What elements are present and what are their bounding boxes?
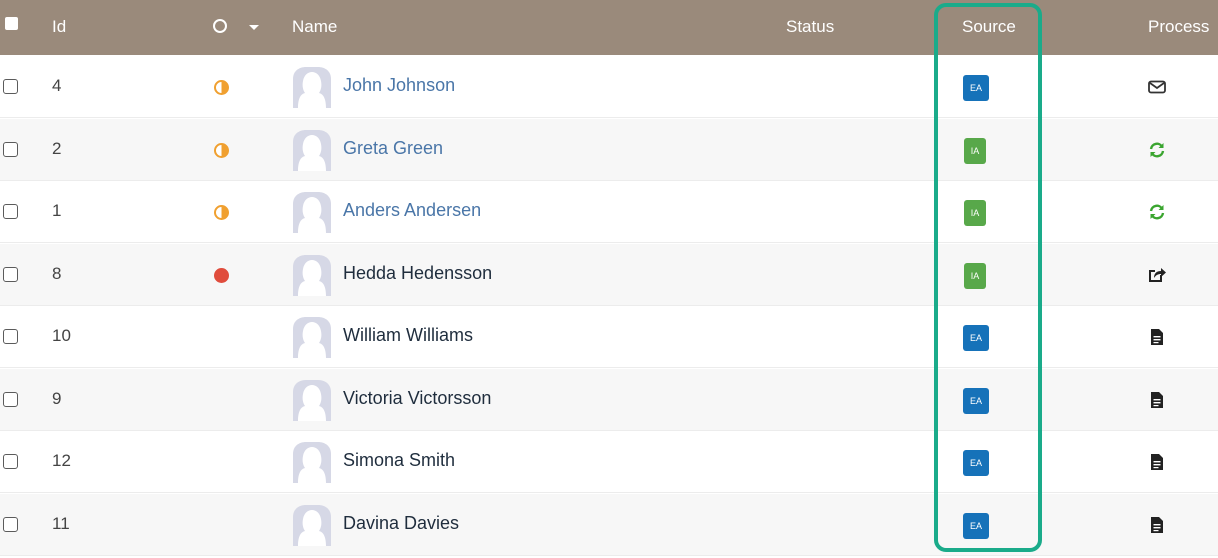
refresh-icon[interactable] [1146, 139, 1168, 161]
source-badge: EA [963, 450, 989, 476]
row-id: 4 [52, 76, 62, 95]
document-icon[interactable] [1146, 389, 1168, 411]
id-column-header[interactable]: Id [52, 0, 66, 55]
table-row[interactable]: 1 Anders Andersen IA [0, 181, 1218, 243]
row-id: 12 [52, 451, 71, 470]
row-checkbox[interactable] [3, 266, 18, 282]
source-badge: IA [964, 200, 986, 226]
contact-name: Davina Davies [343, 512, 460, 533]
document-icon[interactable] [1146, 326, 1168, 348]
status-circle-icon [213, 19, 227, 33]
row-checkbox[interactable] [3, 204, 18, 219]
contact-name: Simona Smith [343, 450, 456, 470]
row-checkbox[interactable] [3, 516, 18, 532]
table-row[interactable]: 4 John Johnson EA [0, 56, 1218, 118]
status-indicator-icon [214, 80, 229, 95]
status-filter-dropdown[interactable] [213, 18, 259, 38]
select-all-checkbox[interactable] [5, 17, 18, 30]
avatar [290, 440, 334, 484]
table-row[interactable]: 11 Davina Davies EA [0, 493, 1218, 556]
row-checkbox[interactable] [3, 141, 18, 157]
table-row[interactable]: 8 Hedda Hedensson IA [0, 243, 1218, 306]
contact-name: Hedda Hedensson [343, 262, 493, 283]
table-row[interactable]: 10 William Williams EA [0, 306, 1218, 368]
avatar [290, 315, 334, 359]
document-icon[interactable] [1146, 451, 1168, 473]
source-badge: IA [964, 262, 986, 289]
document-icon[interactable] [1146, 514, 1168, 536]
contact-name: William Williams [343, 325, 473, 345]
row-id: 11 [52, 513, 70, 533]
contact-name[interactable]: Anders Andersen [343, 200, 481, 221]
refresh-icon[interactable] [1146, 201, 1168, 223]
avatar [290, 128, 334, 172]
process-column-header[interactable]: Process [1148, 0, 1209, 55]
avatar [290, 503, 334, 547]
table-row[interactable]: 2 Greta Green IA [0, 118, 1218, 181]
avatar [290, 378, 334, 422]
caret-down-icon [249, 25, 259, 30]
source-badge: EA [963, 75, 989, 101]
avatar [290, 190, 334, 234]
name-column-header[interactable]: Name [292, 0, 337, 55]
row-checkbox[interactable] [3, 329, 18, 344]
row-id: 2 [52, 138, 62, 158]
share-icon[interactable] [1146, 264, 1168, 286]
table-row[interactable]: 12 Simona Smith EA [0, 431, 1218, 493]
envelope-icon[interactable] [1146, 76, 1168, 98]
status-column-header[interactable]: Status [786, 0, 834, 55]
row-checkbox[interactable] [3, 454, 18, 469]
source-badge: EA [963, 325, 989, 351]
table-row[interactable]: 9 Victoria Victorsson EA [0, 368, 1218, 431]
row-checkbox[interactable] [3, 391, 18, 407]
contact-name[interactable]: John Johnson [343, 75, 455, 96]
source-badge: EA [963, 387, 989, 414]
row-id: 10 [52, 326, 71, 345]
avatar [290, 253, 334, 297]
table-header: Id Name Status Source Process [0, 0, 1218, 55]
status-indicator-icon [214, 267, 229, 283]
source-badge: EA [963, 512, 989, 539]
avatar [290, 65, 334, 109]
row-id: 9 [52, 388, 62, 408]
row-checkbox[interactable] [3, 79, 18, 94]
row-id: 8 [52, 263, 62, 283]
status-indicator-icon [214, 205, 229, 220]
source-column-header[interactable]: Source [962, 0, 1016, 55]
status-indicator-icon [214, 142, 229, 158]
source-badge: IA [964, 137, 986, 164]
row-id: 1 [52, 201, 62, 220]
contact-name[interactable]: Greta Green [343, 138, 443, 159]
contact-name: Victoria Victorsson [343, 387, 492, 408]
